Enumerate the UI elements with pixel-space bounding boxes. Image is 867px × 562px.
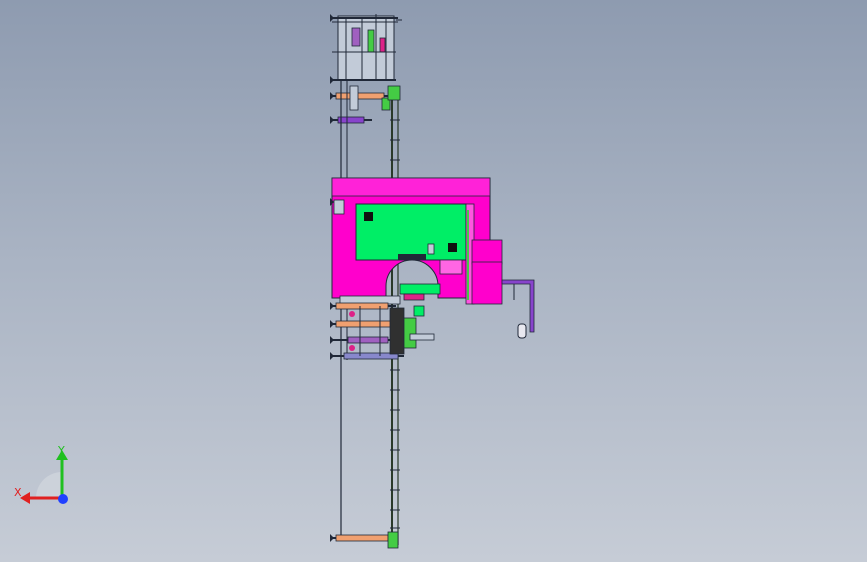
z-axis-dot <box>58 494 68 504</box>
bottom-crossbar[interactable] <box>330 531 399 549</box>
y-axis-label: Y <box>57 444 65 457</box>
x-axis-label: X <box>14 486 22 499</box>
orientation-triad: Y X <box>14 444 68 504</box>
upper-linkage[interactable] <box>330 85 392 124</box>
cad-viewport[interactable]: Y X <box>0 0 867 562</box>
triad-plane-shading <box>36 472 62 498</box>
bracket-end-fitting <box>517 323 527 339</box>
cad-model-assembly[interactable] <box>0 0 867 562</box>
right-bracket[interactable] <box>501 279 535 339</box>
upper-mechanism[interactable] <box>330 14 402 84</box>
